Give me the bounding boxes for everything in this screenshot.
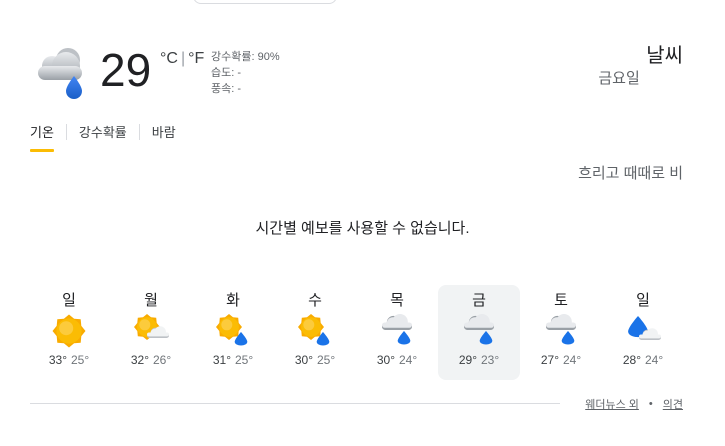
unit-switcher: °C | °F bbox=[160, 50, 204, 68]
day-temps: 27° 24° bbox=[520, 353, 602, 367]
day-name: 일 bbox=[636, 292, 650, 309]
fahrenheit-toggle[interactable]: °F bbox=[188, 50, 204, 67]
sun-cloud-icon bbox=[134, 314, 169, 340]
day-forecast[interactable]: 일 28° 24° bbox=[602, 285, 684, 380]
current-condition: 흐리고 때때로 비 bbox=[578, 165, 683, 182]
cloud-rain-icon bbox=[464, 313, 494, 345]
celsius-toggle[interactable]: °C bbox=[160, 50, 178, 67]
day-forecast[interactable]: 일 33° 25° bbox=[28, 285, 110, 380]
sun-rain-icon bbox=[216, 314, 248, 346]
day-name: 목 bbox=[390, 292, 404, 309]
tab-divider bbox=[138, 123, 140, 140]
day-forecast[interactable]: 화 31° 25° bbox=[192, 285, 274, 380]
weather-title: 날씨 bbox=[646, 45, 683, 67]
high-temp: 32° bbox=[130, 353, 149, 367]
low-temp: 24° bbox=[563, 353, 582, 367]
current-day: 금요일 bbox=[598, 70, 640, 87]
cloud-rain-icon bbox=[382, 313, 412, 345]
location-summary: 날씨 금요일 흐리고 때때로 비 bbox=[578, 44, 683, 184]
low-temp: 25° bbox=[71, 353, 90, 367]
wind-speed: 풍속: - bbox=[211, 83, 242, 95]
low-temp: 25° bbox=[317, 353, 336, 367]
rain-cloud-icon bbox=[628, 316, 661, 340]
day-forecast[interactable]: 금 29° 23° bbox=[438, 285, 520, 380]
cloud-rain-icon bbox=[546, 313, 576, 345]
day-forecast[interactable]: 수 30° 25° bbox=[274, 285, 356, 380]
humidity: 습도: - bbox=[211, 67, 242, 79]
low-temp: 24° bbox=[645, 353, 664, 367]
day-name: 토 bbox=[554, 292, 568, 309]
feedback-link[interactable]: 의견 bbox=[663, 396, 683, 412]
day-temps: 33° 25° bbox=[28, 353, 110, 367]
low-temp: 26° bbox=[153, 353, 172, 367]
day-name: 화 bbox=[226, 292, 240, 309]
footer: 웨더뉴스 외 • 의견 bbox=[585, 396, 683, 412]
search-box-edge bbox=[193, 0, 337, 4]
current-temperature: 29 bbox=[100, 44, 152, 96]
cloud-with-rain-icon bbox=[38, 48, 82, 99]
day-temps: 32° 26° bbox=[110, 353, 192, 367]
high-temp: 33° bbox=[48, 353, 67, 367]
tab-wind[interactable]: 바람 bbox=[152, 120, 176, 151]
high-temp: 29° bbox=[458, 353, 477, 367]
day-temps: 29° 23° bbox=[438, 353, 520, 367]
footer-divider bbox=[30, 403, 560, 404]
sun-icon bbox=[52, 314, 86, 348]
day-forecast[interactable]: 목 30° 24° bbox=[356, 285, 438, 380]
unit-separator: | bbox=[180, 50, 186, 67]
tab-precipitation[interactable]: 강수확률 bbox=[79, 120, 127, 151]
day-temps: 31° 25° bbox=[192, 353, 274, 367]
day-forecast[interactable]: 토 27° 24° bbox=[520, 285, 602, 380]
forecast-tabs: 기온 강수확률 바람 bbox=[30, 120, 176, 152]
day-temps: 28° 24° bbox=[602, 353, 684, 367]
source-link[interactable]: 웨더뉴스 외 bbox=[585, 396, 639, 412]
day-temps: 30° 25° bbox=[274, 353, 356, 367]
hourly-unavailable-message: 시간별 예보를 사용할 수 없습니다. bbox=[255, 220, 470, 237]
high-temp: 27° bbox=[540, 353, 559, 367]
daily-forecast: 일 33° 25° 월 32° 26° 화 31° 25° 수 30° 25° 목 30° 24° 금 29° 2… bbox=[28, 285, 684, 380]
high-temp: 28° bbox=[622, 353, 641, 367]
high-temp: 31° bbox=[212, 353, 231, 367]
tab-temperature[interactable]: 기온 bbox=[30, 120, 54, 152]
sun-rain-icon bbox=[298, 314, 330, 346]
day-name: 일 bbox=[62, 292, 76, 309]
tab-divider bbox=[65, 123, 67, 140]
high-temp: 30° bbox=[294, 353, 313, 367]
high-temp: 30° bbox=[376, 353, 395, 367]
day-name: 수 bbox=[308, 292, 322, 309]
low-temp: 25° bbox=[235, 353, 254, 367]
day-name: 금 bbox=[472, 292, 486, 309]
low-temp: 23° bbox=[481, 353, 500, 367]
precipitation-chance: 강수확률: 90% bbox=[211, 51, 280, 63]
weather-details: 강수확률: 90% 습도: - 풍속: - bbox=[211, 49, 280, 97]
day-name: 월 bbox=[144, 292, 158, 309]
day-forecast[interactable]: 월 32° 26° bbox=[110, 285, 192, 380]
footer-separator: • bbox=[648, 398, 653, 410]
low-temp: 24° bbox=[399, 353, 418, 367]
day-temps: 30° 24° bbox=[356, 353, 438, 367]
